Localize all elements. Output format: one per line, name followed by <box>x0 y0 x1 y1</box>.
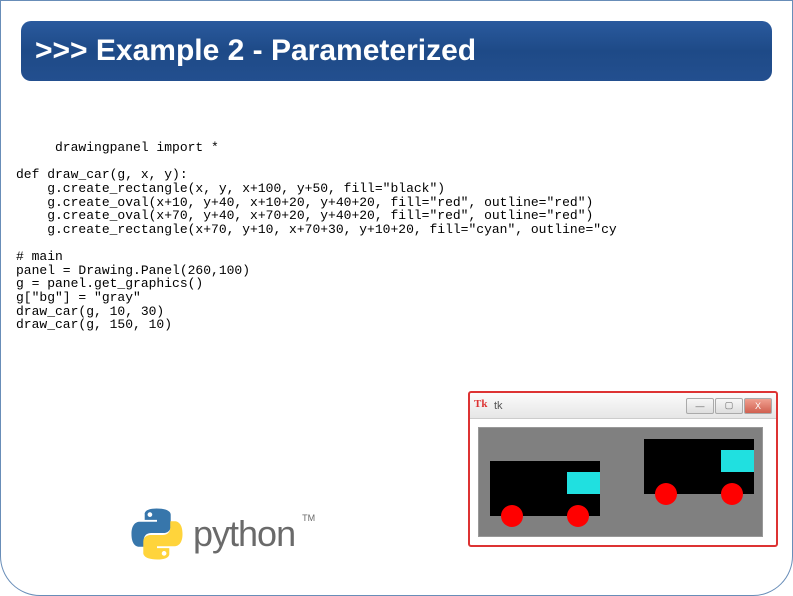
tk-canvas-wrap <box>470 419 776 545</box>
header-bar: >>> Example 2 - Parameterized <box>21 21 772 81</box>
title-text: Example 2 - Parameterized <box>96 34 476 67</box>
code-line: drawingpanel import * <box>16 140 219 155</box>
python-logo-text: python <box>193 513 295 555</box>
tk-titlebar: Tk tk — ▢ X <box>470 393 776 419</box>
car-wheel <box>721 483 743 505</box>
car-wheel <box>655 483 677 505</box>
car-window <box>721 450 754 472</box>
code-line: g.create_rectangle(x+70, y+10, x+70+30, … <box>16 222 617 237</box>
tk-title: tk <box>494 400 681 412</box>
python-icon <box>131 508 183 560</box>
python-logo: python TM <box>131 508 318 560</box>
car-window <box>567 472 600 494</box>
close-button[interactable]: X <box>744 398 772 414</box>
header-title: >>> Example 2 - Parameterized <box>35 34 476 68</box>
minimize-button[interactable]: — <box>686 398 714 414</box>
slide: >>> Example 2 - Parameterized drawingpan… <box>0 0 793 596</box>
tk-icon: Tk <box>474 398 490 414</box>
tk-canvas <box>478 427 763 537</box>
window-buttons: — ▢ X <box>685 398 772 414</box>
code-block: drawingpanel import * def draw_car(g, x,… <box>16 141 617 332</box>
trademark: TM <box>302 513 315 523</box>
car-wheel <box>567 505 589 527</box>
code-line: draw_car(g, 150, 10) <box>16 317 172 332</box>
tk-window: Tk tk — ▢ X <box>468 391 778 547</box>
prompt-chevrons: >>> <box>35 34 88 67</box>
car-wheel <box>501 505 523 527</box>
maximize-button[interactable]: ▢ <box>715 398 743 414</box>
